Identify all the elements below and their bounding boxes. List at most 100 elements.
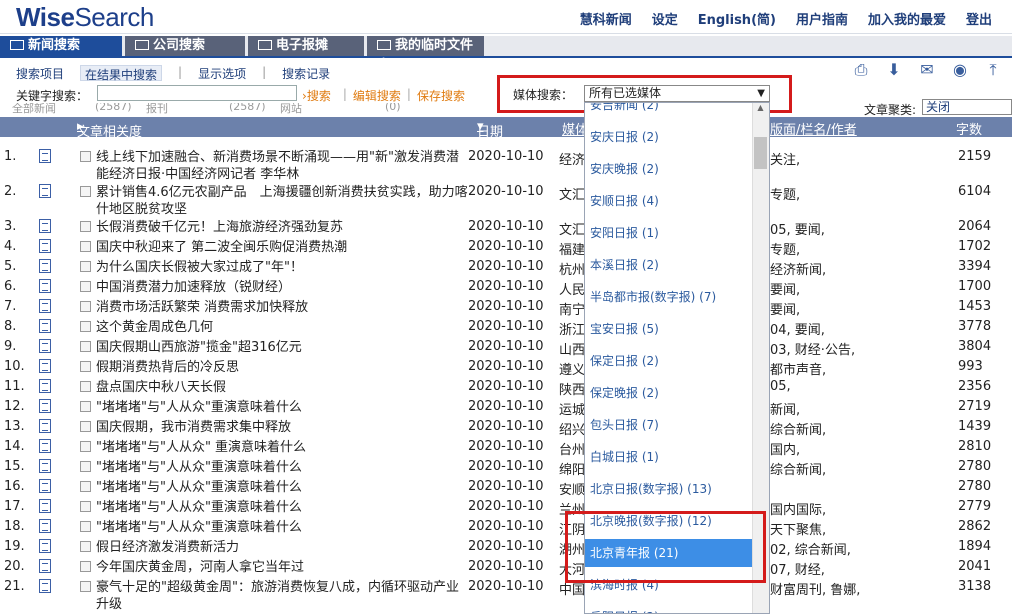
wisesearch-logo[interactable]: WiseSearch — [16, 2, 154, 33]
print-icon[interactable]: ⎙ — [850, 60, 872, 80]
document-icon[interactable] — [39, 539, 51, 553]
article-title[interactable]: 这个黄金周成色几何 — [96, 319, 468, 336]
row-checkbox[interactable] — [80, 381, 91, 392]
article-title[interactable]: 消费市场活跃繁荣 消费需求加快释放 — [96, 299, 468, 316]
row-checkbox[interactable] — [80, 501, 91, 512]
row-checkbox[interactable] — [80, 441, 91, 452]
nav-settings[interactable]: 设定 — [652, 9, 678, 28]
article-title[interactable]: "堵堵堵"与"人从众"重演意味着什么 — [96, 399, 468, 416]
media-option[interactable]: 安庆日报 (2) — [585, 123, 753, 151]
document-icon[interactable] — [39, 219, 51, 233]
nav-wisenews[interactable]: 慧科新闻 — [580, 9, 632, 28]
view-icon[interactable]: ◉ — [949, 60, 971, 80]
search-link[interactable]: ›搜索 — [302, 87, 337, 104]
sort-relevance[interactable]: 文章相关度 ▸ — [77, 119, 142, 140]
document-icon[interactable] — [39, 359, 51, 373]
media-option[interactable]: 安顺日报 (4) — [585, 187, 753, 215]
row-checkbox[interactable] — [80, 421, 91, 432]
media-option[interactable]: 北京日报(数字报) (13) — [585, 475, 753, 503]
count-web-label[interactable]: 网站 — [280, 103, 302, 115]
document-icon[interactable] — [39, 299, 51, 313]
document-icon[interactable] — [39, 499, 51, 513]
row-checkbox[interactable] — [80, 281, 91, 292]
document-icon[interactable] — [39, 419, 51, 433]
save-search-link[interactable]: 保存搜索 — [417, 87, 465, 104]
sort-date[interactable]: 日期 ▾ — [477, 119, 503, 140]
row-checkbox[interactable] — [80, 261, 91, 272]
media-option[interactable]: 安吉新闻 (2) — [585, 103, 753, 119]
mail-icon[interactable]: ✉ — [916, 60, 938, 80]
media-option[interactable]: 本溪日报 (2) — [585, 251, 753, 279]
row-checkbox[interactable] — [80, 241, 91, 252]
article-title[interactable]: 国庆假期山西旅游"揽金"超316亿元 — [96, 339, 468, 356]
scroll-thumb[interactable] — [754, 137, 767, 169]
scroll-up-arrow-icon[interactable]: ▲ — [752, 103, 769, 117]
save-folder-icon[interactable]: ⤒ — [982, 60, 1004, 80]
article-title[interactable]: "堵堵堵"与"人从众" 重演意味着什么 — [96, 439, 468, 456]
cluster-select[interactable]: 关闭 — [922, 99, 1012, 115]
article-title[interactable]: 长假消费破千亿元！上海旅游经济强劲复苏 — [96, 219, 468, 236]
sort-page[interactable]: 版面/栏名/作者 — [770, 119, 857, 138]
row-checkbox[interactable] — [80, 561, 91, 572]
document-icon[interactable] — [39, 259, 51, 273]
document-icon[interactable] — [39, 399, 51, 413]
article-title[interactable]: 线上线下加速融合、新消费场景不断涌现——用"新"激发消费潜能经济日报·中国经济网… — [96, 149, 468, 183]
media-option[interactable]: 白城日报 (1) — [585, 443, 753, 471]
media-option[interactable]: 保定晚报 (2) — [585, 379, 753, 407]
nav-language[interactable]: English(简) — [698, 9, 776, 28]
nav-user-guide[interactable]: 用户指南 — [796, 9, 848, 28]
media-option[interactable]: 包头日报 (7) — [585, 411, 753, 439]
article-title[interactable]: 今年国庆黄金周，河南人拿它当年过 — [96, 559, 468, 576]
article-title[interactable]: "堵堵堵"与"人从众"重演意味着什么 — [96, 459, 468, 476]
subtab-search-items[interactable]: 搜索项目 — [16, 65, 64, 81]
document-icon[interactable] — [39, 149, 51, 163]
article-title[interactable]: 国庆中秋迎来了 第二波全闽乐购促消费热潮 — [96, 239, 468, 256]
row-checkbox[interactable] — [80, 186, 91, 197]
article-title[interactable]: "堵堵堵"与"人从众"重演意味着什么 — [96, 519, 468, 536]
document-icon[interactable] — [39, 579, 51, 593]
document-icon[interactable] — [39, 519, 51, 533]
row-checkbox[interactable] — [80, 301, 91, 312]
row-checkbox[interactable] — [80, 361, 91, 372]
media-option[interactable]: 宝安日报 (5) — [585, 315, 753, 343]
document-icon[interactable] — [39, 379, 51, 393]
document-icon[interactable] — [39, 339, 51, 353]
article-title[interactable]: 为什么国庆长假被大家过成了"年"！ — [96, 259, 468, 276]
nav-logout[interactable]: 登出 — [966, 9, 992, 28]
row-checkbox[interactable] — [80, 321, 91, 332]
tab-temp-folder[interactable]: 我的临时文件夹 — [367, 36, 484, 73]
edit-search-link[interactable]: 编辑搜索 — [353, 87, 401, 104]
document-icon[interactable] — [39, 459, 51, 473]
document-icon[interactable] — [39, 184, 51, 198]
media-option[interactable]: 半岛都市报(数字报) (7) — [585, 283, 753, 311]
document-icon[interactable] — [39, 559, 51, 573]
media-option[interactable]: 岳阳日报 (2) — [585, 603, 753, 613]
row-checkbox[interactable] — [80, 401, 91, 412]
article-title[interactable]: 中国消费潜力加速释放（锐财经） — [96, 279, 468, 296]
document-icon[interactable] — [39, 239, 51, 253]
keyword-input[interactable] — [97, 85, 297, 101]
tab-company-search[interactable]: 公司搜索 — [125, 36, 245, 56]
subtab-search-in-results[interactable]: 在结果中搜索 — [80, 65, 163, 82]
subtab-search-history[interactable]: 搜索记录 — [282, 65, 330, 81]
article-title[interactable]: 盘点国庆中秋八天长假 — [96, 379, 468, 396]
row-checkbox[interactable] — [80, 461, 91, 472]
row-checkbox[interactable] — [80, 151, 91, 162]
subtab-display-options[interactable]: 显示选项 — [198, 65, 246, 81]
count-paper-label[interactable]: 报刊 — [146, 103, 168, 115]
media-option[interactable]: 保定日报 (2) — [585, 347, 753, 375]
row-checkbox[interactable] — [80, 581, 91, 592]
document-icon[interactable] — [39, 439, 51, 453]
media-option[interactable]: 安阳日报 (1) — [585, 219, 753, 247]
document-icon[interactable] — [39, 319, 51, 333]
document-icon[interactable] — [39, 279, 51, 293]
tab-news-search[interactable]: 新闻搜索 — [0, 36, 122, 56]
document-icon[interactable] — [39, 479, 51, 493]
download-icon[interactable]: ⬇ — [883, 60, 905, 80]
article-title[interactable]: "堵堵堵"与"人从众"重演意味着什么 — [96, 499, 468, 516]
article-title[interactable]: 累计销售4.6亿元农副产品 上海援疆创新消费扶贫实践，助力喀什地区脱贫攻坚 — [96, 184, 468, 218]
row-checkbox[interactable] — [80, 541, 91, 552]
row-checkbox[interactable] — [80, 481, 91, 492]
article-title[interactable]: "堵堵堵"与"人从众"重演意味着什么 — [96, 479, 468, 496]
count-all-label[interactable]: 全部新闻 — [12, 103, 56, 115]
